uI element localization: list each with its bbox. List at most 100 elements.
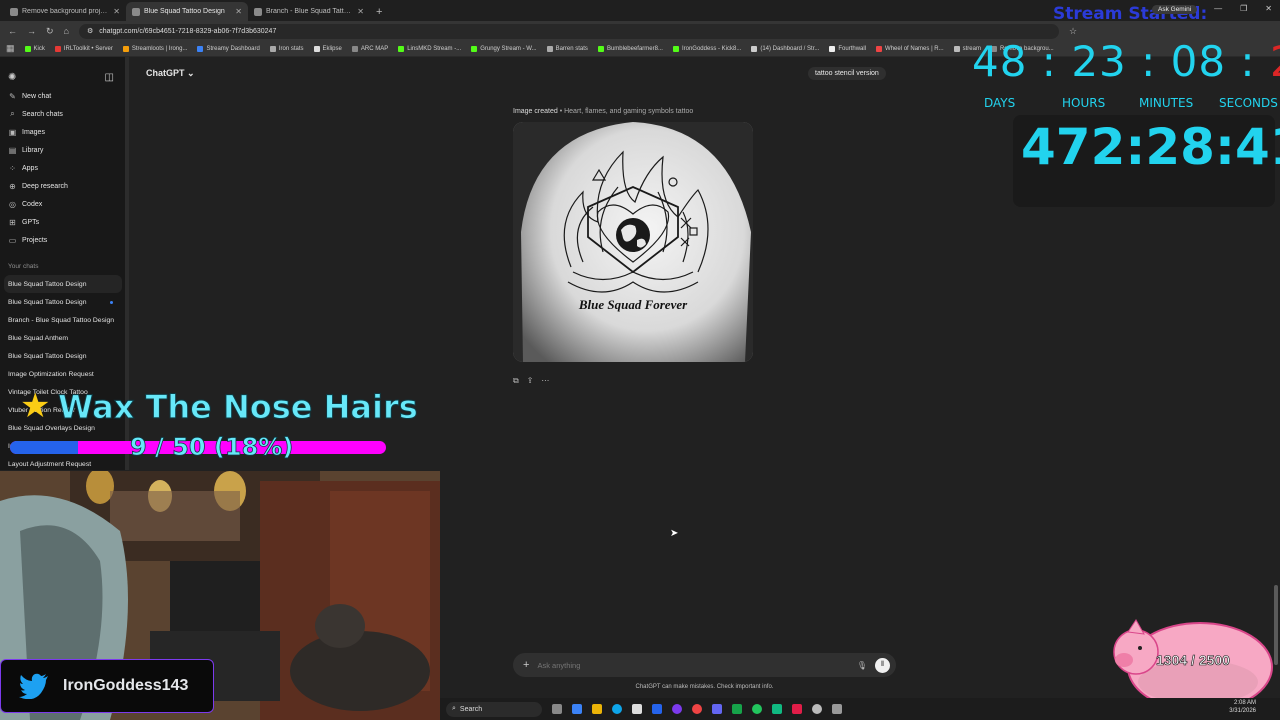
sidebar-item-label: Images bbox=[22, 129, 45, 136]
settings-icon[interactable] bbox=[832, 704, 842, 714]
browser-tab-active[interactable]: Blue Squad Tattoo Design✕ bbox=[126, 2, 248, 21]
sidebar-item-label: Codex bbox=[22, 201, 42, 208]
bookmark-item[interactable]: Fourthwall bbox=[829, 46, 866, 52]
sidebar-item-new-chat[interactable]: ✎New chat bbox=[0, 87, 126, 105]
browser-tab[interactable]: Remove background project - I✕ bbox=[4, 2, 126, 21]
tab-title: Branch - Blue Squad Tattoo De bbox=[266, 8, 353, 15]
bookmark-item[interactable]: Streamloots | Irong... bbox=[123, 46, 188, 52]
attach-plus-icon[interactable]: + bbox=[523, 659, 529, 671]
taskbar-search[interactable]: ⌕Search bbox=[446, 702, 542, 717]
bookmark-item[interactable]: Iron stats bbox=[270, 46, 304, 52]
bookmark-item[interactable]: LinsMKD Stream -... bbox=[398, 46, 461, 52]
library-icon: ▤ bbox=[8, 146, 17, 155]
browser-tab[interactable]: Branch - Blue Squad Tattoo De ✕ bbox=[248, 2, 370, 21]
reload-icon[interactable]: ↻ bbox=[46, 26, 54, 37]
app-icon[interactable] bbox=[772, 704, 782, 714]
timer-days: 48 bbox=[972, 37, 1027, 86]
tab-favicon bbox=[254, 8, 262, 16]
home-icon[interactable]: ⌂ bbox=[64, 26, 69, 36]
bookmark-item[interactable]: Grungy Stream - W... bbox=[471, 46, 536, 52]
ask-gemini-button[interactable]: Ask Gemini bbox=[1152, 5, 1197, 14]
close-icon[interactable]: ✕ bbox=[113, 7, 120, 16]
image-actions: ⧉ ⇪ ⋯ bbox=[513, 376, 549, 386]
sidebar-item-library[interactable]: ▤Library bbox=[0, 141, 126, 159]
bookmark-item[interactable]: Streamy Dashboard bbox=[197, 46, 259, 52]
spotify-icon[interactable] bbox=[752, 704, 762, 714]
sidebar-item-codex[interactable]: ◎Codex bbox=[0, 195, 126, 213]
location-pin-icon[interactable] bbox=[792, 704, 802, 714]
copy-icon[interactable]: ⧉ bbox=[513, 376, 519, 386]
back-icon[interactable]: ← bbox=[8, 26, 17, 36]
chrome-icon[interactable] bbox=[692, 704, 702, 714]
sidebar-item-search-chats[interactable]: ⌕ Search chats bbox=[0, 105, 126, 123]
task-view-icon[interactable] bbox=[552, 704, 562, 714]
sidebar-item-label: Search chats bbox=[22, 111, 63, 118]
discord-icon[interactable] bbox=[712, 704, 722, 714]
search-icon: ⌕ bbox=[452, 705, 456, 713]
user-message-bubble: tattoo stencil version bbox=[808, 67, 886, 80]
obs-icon[interactable] bbox=[812, 704, 822, 714]
voice-mode-icon[interactable]: ⦀ bbox=[875, 658, 890, 673]
store-icon[interactable] bbox=[632, 704, 642, 714]
close-icon[interactable]: ✕ bbox=[235, 7, 242, 16]
apps-grid-icon[interactable]: ▦ bbox=[6, 43, 15, 54]
maximize-icon[interactable]: ❐ bbox=[1240, 4, 1247, 13]
social-handle-card: IronGoddess143 bbox=[0, 659, 214, 713]
sidebar-item-images[interactable]: ▣Images bbox=[0, 123, 126, 141]
new-tab-button[interactable]: + bbox=[370, 2, 388, 21]
close-icon[interactable]: ✕ bbox=[357, 7, 364, 16]
model-selector[interactable]: ChatGPT ⌄ bbox=[146, 68, 195, 79]
edge-icon[interactable] bbox=[612, 704, 622, 714]
bookmark-item[interactable]: ARC MAP bbox=[352, 46, 388, 52]
url-text: chatgpt.com/c/69cb4651-7218-8329-ab06-7f… bbox=[99, 28, 276, 35]
chat-item[interactable]: Branch - Blue Squad Tattoo Design bbox=[0, 311, 126, 329]
share-icon[interactable]: ⇪ bbox=[527, 376, 534, 386]
bookmark-favicon bbox=[270, 46, 276, 52]
disclaimer-text: ChatGPT can make mistakes. Check importa… bbox=[513, 684, 896, 690]
collapse-sidebar-icon[interactable]: ◫ bbox=[105, 72, 114, 83]
bookmark-item[interactable]: Wheel of Names | R... bbox=[876, 46, 944, 52]
bookmark-favicon bbox=[876, 46, 882, 52]
bookmark-item[interactable]: (14) Dashboard / Str... bbox=[751, 46, 819, 52]
social-handle: IronGoddess143 bbox=[63, 677, 188, 695]
bookmark-star-icon[interactable]: ☆ bbox=[1069, 26, 1077, 37]
bookmark-item[interactable]: Kick bbox=[25, 46, 45, 52]
microphone-icon[interactable]: 🎙 bbox=[857, 661, 867, 670]
sidebar-item-deep-research[interactable]: ⊕Deep research bbox=[0, 177, 126, 195]
bookmark-item[interactable]: Bumblebeefarmer8... bbox=[598, 46, 663, 52]
chat-item[interactable]: Blue Squad Anthem bbox=[0, 329, 126, 347]
search-icon: ⌕ bbox=[8, 109, 17, 119]
xbox-icon[interactable] bbox=[732, 704, 742, 714]
kick-icon bbox=[673, 46, 679, 52]
minimize-icon[interactable]: — bbox=[1214, 4, 1222, 13]
clock-date: 3/31/2026 bbox=[1229, 707, 1256, 715]
sidebar-item-apps[interactable]: ⁘Apps bbox=[0, 159, 126, 177]
copilot-icon[interactable] bbox=[572, 704, 582, 714]
outlook-icon[interactable] bbox=[652, 704, 662, 714]
prompt-input[interactable] bbox=[537, 661, 848, 670]
chat-item[interactable]: Blue Squad Tattoo Design bbox=[0, 347, 126, 365]
file-explorer-icon[interactable] bbox=[592, 704, 602, 714]
kick-icon bbox=[471, 46, 477, 52]
more-options-icon[interactable]: ⋯ bbox=[541, 376, 549, 386]
bookmark-item[interactable]: Barren stats bbox=[547, 46, 588, 52]
url-field[interactable]: ⚙ chatgpt.com/c/69cb4651-7218-8329-ab06-… bbox=[79, 24, 1059, 39]
site-info-icon[interactable]: ⚙ bbox=[87, 27, 93, 35]
close-window-icon[interactable]: ✕ bbox=[1265, 4, 1272, 13]
bookmark-item[interactable]: IRLToolkit • Server bbox=[55, 46, 113, 52]
clock-time: 2:08 AM bbox=[1229, 699, 1256, 707]
chat-item[interactable]: Blue Squad Tattoo Design bbox=[0, 293, 126, 311]
unread-dot bbox=[110, 301, 113, 304]
sidebar-item-gpts[interactable]: ⊞GPTs bbox=[0, 213, 126, 231]
forward-icon[interactable]: → bbox=[27, 26, 36, 36]
bookmark-item[interactable]: Eklipse bbox=[314, 46, 342, 52]
bookmark-item[interactable]: IronGoddess - Kick8... bbox=[673, 46, 741, 52]
chat-item[interactable]: Image Optimization Request bbox=[0, 365, 126, 383]
chat-item[interactable]: Blue Squad Tattoo Design bbox=[4, 275, 122, 293]
pig-goal-text: 1304 / 2500 bbox=[1156, 652, 1230, 668]
sidebar-item-projects[interactable]: ▭Projects bbox=[0, 231, 126, 249]
openai-logo-icon[interactable]: ✺ bbox=[8, 72, 16, 83]
taskbar-clock[interactable]: 2:08 AM3/31/2026 bbox=[1229, 699, 1256, 715]
generated-tattoo-image[interactable]: Blue Squad Forever bbox=[513, 122, 753, 362]
app-icon[interactable] bbox=[672, 704, 682, 714]
